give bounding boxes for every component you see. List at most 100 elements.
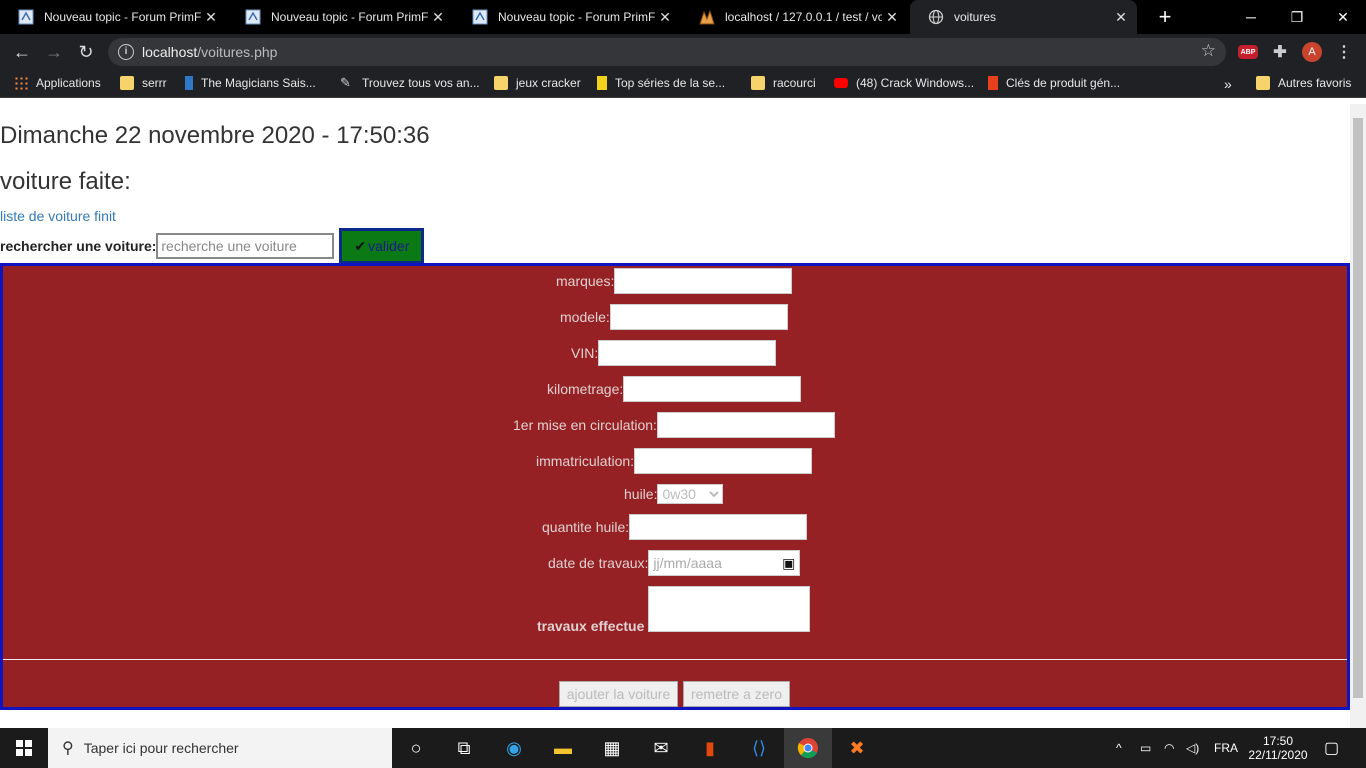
vin-row: VIN: — [571, 340, 777, 366]
adblock-plus-icon[interactable]: ABP — [1238, 45, 1258, 59]
date-travaux-input[interactable]: jj/mm/aaaa ▣ — [648, 550, 801, 576]
browser-tab-5[interactable]: voitures ✕ — [910, 0, 1137, 34]
modele-input[interactable] — [609, 304, 788, 330]
new-tab-icon[interactable]: + — [1153, 4, 1177, 30]
travaux-row: travaux effectue — [537, 586, 811, 634]
close-tab-icon[interactable]: ✕ — [655, 9, 675, 26]
site-info-icon[interactable]: i — [118, 44, 134, 60]
add-car-button[interactable]: ajouter la voiture — [559, 681, 678, 707]
search-row: rechercher une voiture: ✔ valider — [0, 228, 425, 264]
url-text[interactable]: localhost/voitures.php — [142, 44, 277, 60]
quantite-huile-input[interactable] — [629, 514, 808, 540]
primfx-favicon-icon — [472, 9, 488, 25]
browser-tab-2[interactable]: Nouveau topic - Forum PrimFX ✕ — [227, 0, 454, 34]
phpmyadmin-favicon-icon — [699, 9, 715, 25]
search-label: rechercher une voiture: — [0, 238, 157, 254]
close-tab-icon[interactable]: ✕ — [201, 9, 221, 26]
calendar-icon[interactable]: ▣ — [782, 555, 795, 572]
office-icon[interactable]: ▮ — [686, 728, 734, 768]
page-scrollbar[interactable] — [1350, 104, 1366, 728]
page-content: Dimanche 22 novembre 2020 - 17:50:36 voi… — [0, 104, 1350, 728]
bookmark-magicians[interactable]: The Magicians Sais... — [185, 76, 316, 90]
bookmark-cles-produit[interactable]: Clés de produit gén... — [988, 76, 1120, 90]
tab-title: Nouveau topic - Forum PrimFX — [271, 10, 428, 24]
bookmark-racourci[interactable]: racourci — [751, 76, 816, 90]
browser-tab-1[interactable]: Nouveau topic - Forum PrimFX ✕ — [0, 0, 227, 34]
bookmark-top-series[interactable]: Top séries de la se... — [597, 76, 725, 90]
browser-tab-4[interactable]: localhost / 127.0.0.1 / test / voitures … — [681, 0, 908, 34]
back-arrow-icon[interactable]: ← — [10, 40, 34, 64]
huile-row: huile: 0w30 — [624, 481, 724, 507]
more-bookmarks-chevron-icon[interactable]: » — [1224, 76, 1232, 92]
chrome-icon[interactable] — [784, 728, 832, 768]
search-input[interactable] — [156, 233, 335, 259]
globe-icon — [928, 9, 944, 25]
bookmark-jeux-cracker[interactable]: jeux cracker — [494, 76, 581, 90]
modele-row: modele: — [560, 304, 788, 330]
folder-icon — [120, 76, 134, 90]
marques-input[interactable] — [614, 268, 793, 294]
tab-title: Nouveau topic - Forum PrimFX — [44, 10, 201, 24]
profile-avatar[interactable]: A — [1302, 42, 1322, 62]
bookmark-trouvez[interactable]: ✎ Trouvez tous vos an... — [340, 76, 480, 91]
bookmark-star-icon[interactable]: ☆ — [1201, 41, 1216, 61]
travaux-textarea[interactable] — [648, 586, 811, 632]
site-favicon-icon — [185, 76, 193, 90]
edge-icon[interactable]: ◉ — [490, 728, 538, 768]
youtube-icon — [834, 78, 848, 88]
windows-start-icon[interactable] — [0, 728, 48, 768]
address-bar[interactable]: i localhost/voitures.php ☆ — [108, 38, 1226, 66]
close-tab-icon[interactable]: ✕ — [882, 9, 902, 26]
close-window-icon[interactable]: ✕ — [1320, 0, 1366, 34]
bookmark-autres-favoris[interactable]: Autres favoris — [1256, 76, 1351, 90]
wifi-icon[interactable]: ◠ — [1164, 728, 1174, 768]
search-icon: ⚲ — [62, 740, 74, 757]
restore-icon[interactable]: ❐ — [1274, 0, 1320, 34]
folder-icon — [751, 76, 765, 90]
tray-overflow-chevron-icon[interactable]: ^ — [1116, 728, 1122, 768]
tab-strip: Nouveau topic - Forum PrimFX ✕ Nouveau t… — [0, 0, 1366, 34]
bookmark-serrr[interactable]: serrr — [120, 76, 167, 90]
apps-grid-icon — [14, 76, 28, 90]
xampp-icon[interactable]: ✖ — [833, 728, 881, 768]
date-time-heading: Dimanche 22 novembre 2020 - 17:50:36 — [0, 122, 430, 149]
immatriculation-input[interactable] — [634, 448, 813, 474]
checkmark-icon: ✔ — [354, 237, 367, 254]
scrollbar-thumb[interactable] — [1353, 118, 1363, 698]
store-icon[interactable]: ▦ — [588, 728, 636, 768]
form-divider — [3, 659, 1347, 660]
huile-select[interactable]: 0w30 — [657, 484, 724, 504]
reset-button[interactable]: remetre a zero — [683, 681, 790, 707]
taskbar-search[interactable]: ⚲ Taper ici pour rechercher — [48, 728, 392, 768]
language-indicator[interactable]: FRA — [1214, 728, 1238, 768]
circulation-input[interactable] — [656, 412, 835, 438]
car-list-link[interactable]: liste de voiture finit — [0, 208, 116, 224]
validate-button[interactable]: ✔ valider — [339, 228, 425, 264]
cortana-icon[interactable]: ○ — [392, 728, 440, 768]
vin-input[interactable] — [598, 340, 777, 366]
primfx-favicon-icon — [245, 9, 261, 25]
kilometrage-input[interactable] — [623, 376, 802, 402]
volume-icon[interactable]: ◁) — [1186, 728, 1199, 768]
page-subtitle: voiture faite: — [0, 168, 131, 195]
close-tab-icon[interactable]: ✕ — [1111, 9, 1131, 26]
clock[interactable]: 17:50 22/11/2020 — [1248, 728, 1308, 768]
forward-arrow-icon[interactable]: → — [42, 40, 66, 64]
site-favicon-icon — [597, 76, 607, 90]
notifications-icon[interactable]: ▢ — [1324, 728, 1339, 768]
circulation-row: 1er mise en circulation: — [513, 412, 835, 438]
extensions-puzzle-icon[interactable]: ✚ — [1270, 42, 1290, 62]
vscode-icon[interactable]: ⟨⟩ — [735, 728, 783, 768]
task-view-icon[interactable]: ⧉ — [440, 728, 488, 768]
battery-icon[interactable]: ▭ — [1140, 728, 1151, 768]
reload-icon[interactable]: ↻ — [74, 40, 98, 64]
bookmark-youtube[interactable]: (48) Crack Windows... — [834, 76, 974, 90]
close-tab-icon[interactable]: ✕ — [428, 9, 448, 26]
mail-icon[interactable]: ✉ — [637, 728, 685, 768]
bookmark-applications[interactable]: Applications — [14, 76, 101, 90]
browser-tab-3[interactable]: Nouveau topic - Forum PrimFX ✕ — [454, 0, 681, 34]
tab-title: localhost / 127.0.0.1 / test / voitures — [725, 10, 882, 24]
menu-kebab-icon[interactable]: ⋮ — [1334, 42, 1354, 62]
file-explorer-icon[interactable]: ▬ — [539, 728, 587, 768]
minimize-icon[interactable]: ─ — [1228, 0, 1274, 34]
